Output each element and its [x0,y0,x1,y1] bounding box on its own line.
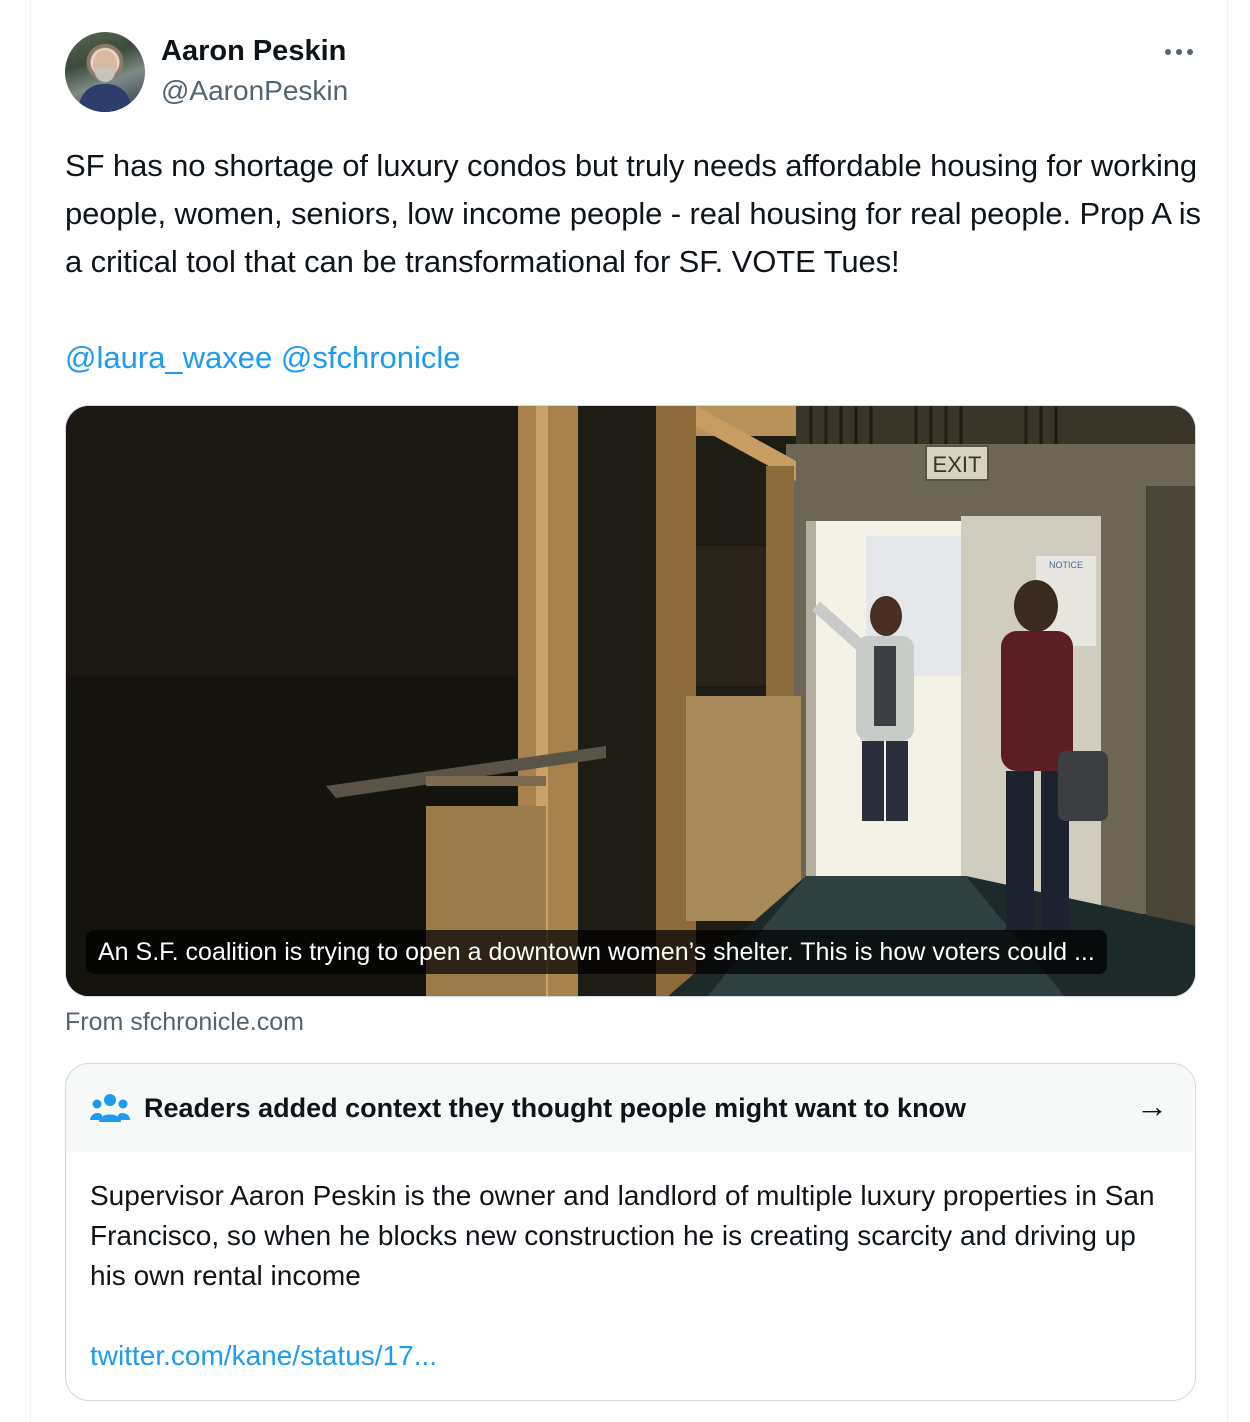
community-note-title: Readers added context they thought peopl… [144,1093,967,1123]
avatar-beard [95,68,115,82]
tweet-text: SF has no shortage of luxury condos but … [65,148,1201,279]
author-handle[interactable]: @AaronPeskin [161,73,348,109]
more-options-icon[interactable] [1159,40,1199,64]
link-source[interactable]: From sfchronicle.com [65,1006,304,1038]
mention-laura-waxee[interactable]: @laura_waxee [65,340,272,375]
community-note-header[interactable]: Readers added context they thought peopl… [66,1064,1195,1152]
link-preview-card[interactable]: EXIT NOTICE An S.F. coalition is trying … [65,405,1196,997]
article-photo: EXIT NOTICE [66,406,1195,996]
arrow-right-icon[interactable]: → [1136,1088,1168,1124]
exit-sign: EXIT [933,452,982,477]
people-icon [90,1094,130,1122]
community-note: Readers added context they thought peopl… [65,1063,1196,1401]
avatar-suit [79,84,131,112]
notice-sign: NOTICE [1049,560,1083,570]
community-note-link[interactable]: twitter.com/kane/status/17... [90,1336,437,1376]
link-card-caption: An S.F. coalition is trying to open a do… [86,930,1107,974]
author-name[interactable]: Aaron Peskin [161,33,346,69]
tweet-mentions: @laura_waxee @sfchronicle [65,334,461,382]
community-note-body: Supervisor Aaron Peskin is the owner and… [90,1180,1155,1291]
tweet: Aaron Peskin @AaronPeskin SF has no shor… [30,0,1228,1422]
avatar[interactable] [65,32,145,112]
mention-sfchronicle[interactable]: @sfchronicle [281,340,461,375]
